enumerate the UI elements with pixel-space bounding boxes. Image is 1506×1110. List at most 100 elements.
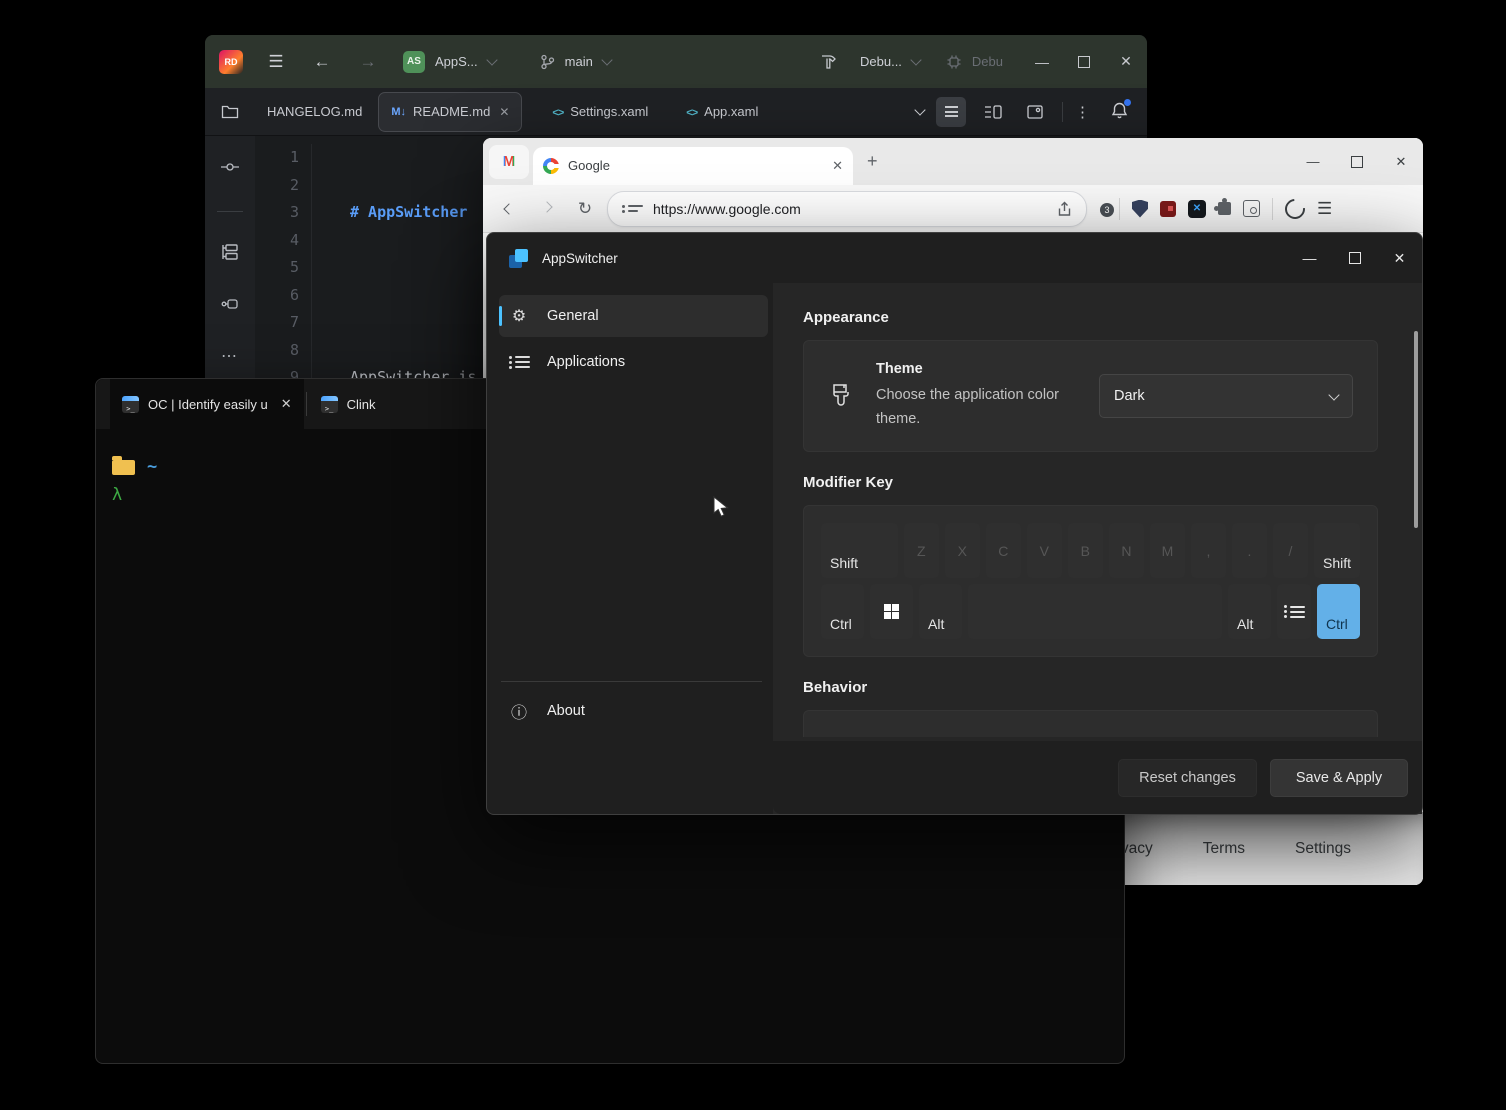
theme-select[interactable]: Dark [1099, 374, 1353, 418]
structure-icon[interactable] [220, 242, 240, 267]
browser-tabstrip: M Google ✕ + — ✕ [483, 138, 1423, 185]
key-alt-left[interactable]: Alt [919, 584, 962, 639]
split-preview-icon[interactable] [978, 97, 1008, 127]
key-alt-right[interactable]: Alt [1228, 584, 1271, 639]
active-browser-tab[interactable]: Google ✕ [533, 147, 853, 185]
key-comma[interactable]: , [1191, 523, 1226, 578]
branch-widget[interactable]: main [540, 54, 611, 70]
key-m[interactable]: M [1150, 523, 1185, 578]
folder-icon [221, 104, 239, 120]
project-tool-button[interactable] [205, 104, 255, 120]
save-apply-button[interactable]: Save & Apply [1270, 759, 1408, 797]
close-icon[interactable]: ✕ [1379, 142, 1423, 182]
back-icon[interactable]: ← [305, 45, 339, 79]
sidebar-item-label: Applications [547, 354, 625, 370]
search-box-extension-icon[interactable] [1243, 200, 1260, 217]
minimize-icon[interactable]: — [1291, 142, 1335, 182]
scrollbar[interactable] [1414, 331, 1418, 528]
key-c[interactable]: C [986, 523, 1021, 578]
close-icon[interactable]: ✕ [1105, 35, 1147, 88]
forward-icon[interactable]: → [351, 45, 385, 79]
x-extension-icon[interactable]: ✕ [1188, 200, 1206, 218]
privacy-link[interactable]: vacy [1121, 840, 1153, 858]
markdown-icon: M↓ [391, 106, 406, 118]
settings-scroll-area[interactable]: Appearance Theme Choose the application … [773, 283, 1422, 741]
rider-logo[interactable]: RD [219, 50, 243, 74]
terminal-tab-1[interactable]: >_ OC | Identify easily u ✕ [110, 379, 304, 429]
sidebar-item-applications[interactable]: Applications [499, 341, 768, 383]
tab-list-chevron-icon[interactable] [914, 104, 925, 115]
editor-view-icon[interactable] [936, 97, 966, 127]
tab-app-xaml[interactable]: App.xaml [674, 88, 770, 135]
sidebar-item-label: About [547, 703, 585, 719]
key-shift-left[interactable]: Shift [821, 523, 898, 578]
terms-link[interactable]: Terms [1203, 840, 1245, 858]
tab-changelog[interactable]: HANGELOG.md [255, 88, 374, 135]
key-shift-right[interactable]: Shift [1314, 523, 1360, 578]
key-v[interactable]: V [1027, 523, 1062, 578]
project-badge: AS [403, 51, 425, 73]
key-win[interactable] [870, 584, 913, 639]
reset-changes-button[interactable]: Reset changes [1118, 759, 1257, 797]
key-slash[interactable]: / [1273, 523, 1308, 578]
project-widget[interactable]: AS AppS... [403, 51, 496, 73]
close-icon[interactable]: ✕ [1377, 233, 1422, 283]
gmail-icon: M [503, 153, 516, 170]
more-options-icon[interactable]: ⋮ [1075, 103, 1090, 121]
red-extension-icon[interactable] [1160, 201, 1176, 217]
cmd-icon: >_ [122, 396, 139, 413]
more-tools-icon[interactable]: ⋯ [221, 346, 239, 366]
forward-icon[interactable] [531, 193, 563, 225]
key-ctrl-left[interactable]: Ctrl [821, 584, 864, 639]
settings-link[interactable]: Settings [1295, 840, 1351, 858]
theme-value: Dark [1114, 388, 1330, 404]
notifications-bell-icon[interactable] [1110, 101, 1129, 123]
commit-icon[interactable] [220, 158, 240, 181]
key-menu[interactable] [1277, 584, 1311, 639]
minimize-icon[interactable]: — [1021, 35, 1063, 88]
build-widget[interactable] [819, 52, 838, 71]
debug-widget[interactable]: Debu [946, 54, 1003, 70]
run-config-widget[interactable]: Debu... [860, 54, 920, 69]
key-n[interactable]: N [1109, 523, 1144, 578]
sidebar-item-general[interactable]: ⚙ General [499, 295, 768, 337]
close-tab-icon[interactable]: ✕ [281, 396, 292, 412]
menu-icon[interactable]: ☰ [1317, 199, 1332, 219]
key-x[interactable]: X [945, 523, 980, 578]
reload-icon[interactable]: ↻ [569, 193, 601, 225]
back-icon[interactable] [493, 193, 525, 225]
appswitcher-dialog: AppSwitcher — ✕ ⚙ General Applications ⓘ… [486, 232, 1423, 815]
new-tab-icon[interactable]: + [867, 151, 878, 172]
leo-ai-icon[interactable] [1281, 194, 1309, 222]
address-bar[interactable]: https://www.google.com [607, 191, 1087, 227]
extensions-puzzle-icon[interactable] [1218, 202, 1231, 215]
key-ctrl-right-selected[interactable]: Ctrl [1317, 584, 1360, 639]
site-settings-icon[interactable] [622, 205, 643, 212]
pinned-gmail-tab[interactable]: M [489, 145, 529, 179]
maximize-icon[interactable] [1332, 233, 1377, 283]
share-icon[interactable] [1057, 201, 1072, 217]
maximize-icon[interactable] [1335, 142, 1379, 182]
tab-readme[interactable]: M↓ README.md ✕ [378, 92, 522, 132]
shield-extension-icon[interactable] [1132, 200, 1148, 218]
minimize-icon[interactable]: — [1287, 233, 1332, 283]
divider [1119, 198, 1120, 220]
dialog-title: AppSwitcher [542, 251, 618, 266]
key-z[interactable]: Z [904, 523, 939, 578]
services-icon[interactable] [220, 297, 240, 316]
key-period[interactable]: . [1232, 523, 1267, 578]
preview-image-icon[interactable] [1020, 97, 1050, 127]
main-menu-icon[interactable]: ☰ [259, 45, 293, 79]
tab-settings-xaml[interactable]: Settings.xaml [540, 88, 660, 135]
terminal-tab-2[interactable]: >_ Clink [309, 379, 388, 429]
close-tab-icon[interactable]: ✕ [832, 158, 843, 174]
tab-label: HANGELOG.md [267, 104, 362, 119]
xaml-icon [552, 104, 563, 119]
key-b[interactable]: B [1068, 523, 1103, 578]
dialog-titlebar: AppSwitcher — ✕ [487, 233, 1422, 283]
maximize-icon[interactable] [1063, 35, 1105, 88]
close-tab-icon[interactable]: ✕ [499, 105, 509, 119]
tab-label: App.xaml [704, 104, 758, 119]
sidebar-item-about[interactable]: ⓘ About [499, 690, 768, 732]
key-space[interactable] [968, 584, 1222, 639]
